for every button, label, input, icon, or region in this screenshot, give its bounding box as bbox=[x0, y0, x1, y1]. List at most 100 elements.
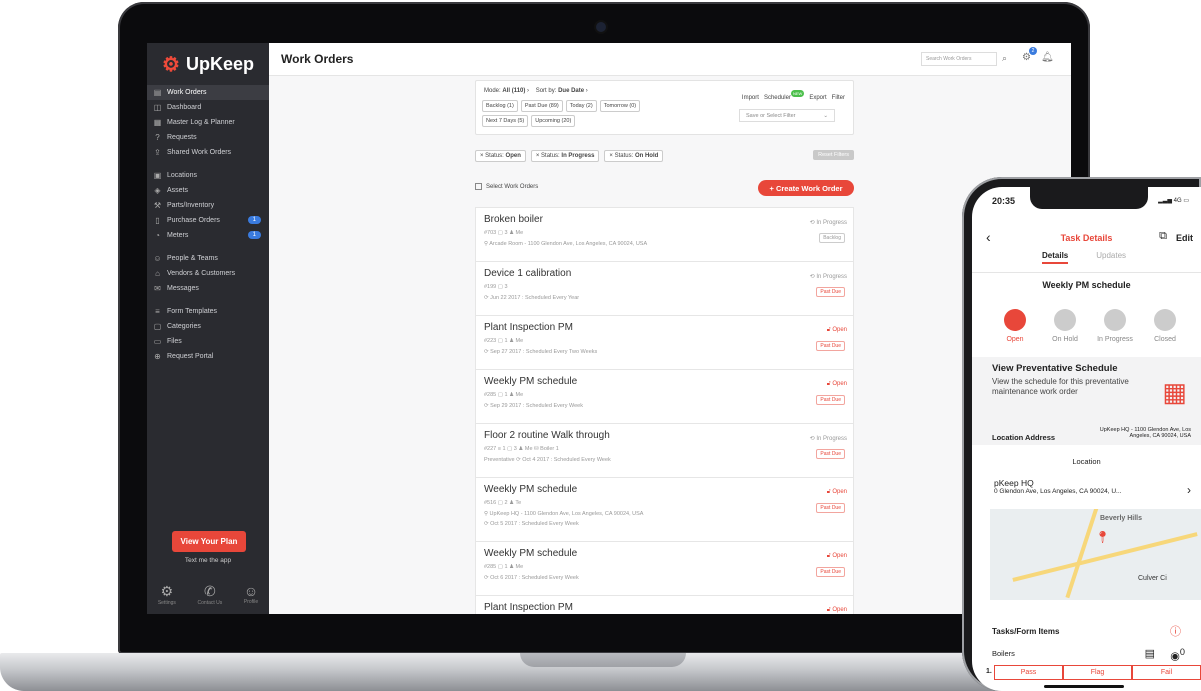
map-label: Culver Ci bbox=[1138, 575, 1167, 582]
mode-selector[interactable]: All (110) bbox=[502, 88, 525, 94]
search-input[interactable]: Search Work Orders bbox=[921, 52, 997, 66]
note-icon[interactable]: ▤ bbox=[1145, 647, 1155, 660]
status-filter-tag[interactable]: × Status: In Progress bbox=[530, 150, 600, 162]
work-order-meta: #223 ▢ 1 ♟ Me bbox=[484, 338, 524, 344]
work-order-row[interactable]: Weekly PM schedule #285 ▢ 1 ♟ Me ⟳ Oct 6 2… bbox=[475, 541, 854, 595]
map-callout[interactable]: pKeep HQ 0 Glendon Ave, Los Angeles, CA … bbox=[990, 475, 1201, 509]
status-step-closed[interactable]: Closed bbox=[1140, 309, 1190, 343]
work-order-row[interactable]: Plant Inspection PM 🔓︎ Open bbox=[475, 595, 854, 614]
sidebar-item-shared-work-orders[interactable]: ⇪ Shared Work Orders bbox=[147, 145, 269, 160]
work-order-detail: ⟳ Sep 29 2017 : Scheduled Every Week bbox=[484, 403, 583, 409]
status-step-on-hold[interactable]: On Hold bbox=[1040, 309, 1090, 343]
date-chip[interactable]: Tomorrow (0) bbox=[599, 100, 641, 112]
laptop-camera bbox=[596, 22, 606, 32]
sidebar-item-requests[interactable]: ? Requests bbox=[147, 130, 269, 145]
phone-notch bbox=[1030, 187, 1148, 209]
due-badge: Backlog bbox=[819, 233, 845, 243]
sidebar-item-people-teams[interactable]: ☺ People & Teams bbox=[147, 251, 269, 266]
select-work-orders[interactable]: Select Work Orders bbox=[475, 183, 538, 190]
bell-icon[interactable]: 🔔︎ bbox=[1041, 52, 1054, 63]
save-filter-select[interactable]: Save or Select Filter ⌄ bbox=[739, 109, 835, 122]
status-label: 🔓︎ Open bbox=[827, 607, 847, 614]
status-step-open[interactable]: Open bbox=[990, 309, 1040, 343]
status-steps: Open On Hold In Progress Closed bbox=[990, 309, 1190, 343]
settings-footer[interactable]: ⚙ Settings bbox=[158, 583, 176, 606]
date-chip[interactable]: Next 7 Days (5) bbox=[482, 115, 529, 127]
logo[interactable]: ⚙ UpKeep bbox=[147, 43, 269, 85]
reset-filters-button[interactable]: Reset Filters bbox=[813, 150, 854, 160]
export-link[interactable]: Export bbox=[809, 95, 826, 101]
pass-button[interactable]: Pass bbox=[994, 665, 1063, 680]
work-order-row[interactable]: Floor 2 routine Walk through #227 ≡ 1 ▢ 3… bbox=[475, 423, 854, 477]
select-checkbox[interactable] bbox=[475, 183, 482, 190]
sidebar-item-purchase-orders[interactable]: ▯ Purchase Orders 1 bbox=[147, 213, 269, 228]
sidebar-item-parts-inventory[interactable]: ⚒ Parts/Inventory bbox=[147, 198, 269, 213]
product-shot: ⚙ UpKeep ▤ Work Orders ◫ Dashboard ▦ Master Lo… bbox=[0, 0, 1201, 691]
sidebar-item-assets[interactable]: ◈ Assets bbox=[147, 183, 269, 198]
status-filter-tag[interactable]: × Status: Open bbox=[475, 150, 526, 162]
text-app-link[interactable]: Text me the app bbox=[147, 557, 269, 564]
info-icon[interactable]: ⓘ bbox=[1170, 623, 1181, 639]
status-prefix: Status: bbox=[485, 153, 504, 159]
sidebar-item-label: Messages bbox=[167, 285, 199, 292]
work-order-list: Broken boiler #703 ▢ 3 ♟ Me ⚲ Arcade Room … bbox=[475, 207, 854, 614]
edit-button[interactable]: Edit bbox=[1176, 233, 1193, 243]
location-map[interactable]: pKeep HQ 0 Glendon Ave, Los Angeles, CA … bbox=[990, 475, 1201, 600]
sidebar-item-request-portal[interactable]: ⊕ Request Portal bbox=[147, 349, 269, 364]
work-order-title: Device 1 calibration bbox=[484, 268, 572, 279]
search-icon[interactable]: ⌕ bbox=[1002, 53, 1007, 64]
sidebar-item-meters[interactable]: ◔ Meters 1 bbox=[147, 228, 269, 243]
flag-button[interactable]: Flag bbox=[1063, 665, 1132, 680]
work-order-row[interactable]: Broken boiler #703 ▢ 3 ♟ Me ⚲ Arcade Room … bbox=[475, 207, 854, 261]
work-order-row[interactable]: Weekly PM schedule #285 ▢ 1 ♟ Me ⟳ Sep 29 … bbox=[475, 369, 854, 423]
form-icon: ≡ bbox=[155, 307, 160, 316]
sidebar-item-files[interactable]: ▭ Files bbox=[147, 334, 269, 349]
work-order-title: Weekly PM schedule bbox=[484, 548, 578, 559]
create-work-order-button[interactable]: + Create Work Order bbox=[758, 180, 854, 196]
work-order-row[interactable]: Device 1 calibration #199 ▢ 3 ⟳ Jun 22 201… bbox=[475, 261, 854, 315]
sidebar-item-messages[interactable]: ✉ Messages bbox=[147, 281, 269, 296]
status-step-circle bbox=[1154, 309, 1176, 331]
task-number: 1. bbox=[986, 668, 992, 675]
sidebar-item-form-templates[interactable]: ≡ Form Templates bbox=[147, 304, 269, 319]
sort-selector[interactable]: Due Date bbox=[558, 88, 584, 94]
sidebar-item-vendors-customers[interactable]: ⌂ Vendors & Customers bbox=[147, 266, 269, 281]
profile-footer[interactable]: ☺ Profile bbox=[244, 583, 258, 606]
due-badge: Past Due bbox=[816, 567, 845, 577]
edit-icon[interactable]: ⧉ bbox=[1159, 230, 1167, 243]
import-link[interactable]: Import bbox=[742, 95, 759, 101]
nav-spacer bbox=[147, 296, 269, 304]
status-label: 🔓︎ Open bbox=[827, 381, 847, 388]
portal-icon: ⊕ bbox=[154, 352, 161, 361]
fail-button[interactable]: Fail bbox=[1132, 665, 1201, 680]
nav-spacer bbox=[147, 160, 269, 168]
date-chip[interactable]: Upcoming (20) bbox=[531, 115, 576, 127]
status-label: ⟲ In Progress bbox=[810, 435, 847, 442]
date-chip[interactable]: Past Due (89) bbox=[520, 100, 563, 112]
work-order-title: Broken boiler bbox=[484, 214, 543, 225]
map-road bbox=[1065, 506, 1099, 599]
status-filter-tag[interactable]: × Status: On Hold bbox=[604, 150, 664, 162]
status-value: On Hold bbox=[634, 153, 659, 159]
task-name: Weekly PM schedule bbox=[1042, 280, 1131, 290]
contact-footer[interactable]: ✆ Contact Us bbox=[198, 583, 223, 606]
status-step-in-progress[interactable]: In Progress bbox=[1090, 309, 1140, 343]
sidebar-item-locations[interactable]: ▣ Locations bbox=[147, 168, 269, 183]
sidebar-item-categories[interactable]: ▢ Categories bbox=[147, 319, 269, 334]
camera-icon[interactable]: ◉0 bbox=[1170, 647, 1185, 663]
scheduler-link[interactable]: SchedulerNEW bbox=[764, 90, 805, 101]
tab-updates[interactable]: Updates bbox=[1096, 251, 1126, 264]
view-plan-button[interactable]: View Your Plan bbox=[172, 531, 246, 552]
work-order-row[interactable]: Weekly PM schedule #516 ▢ 2 ♟ Te ⚲ UpKeep … bbox=[475, 477, 854, 541]
work-order-row[interactable]: Plant Inspection PM #223 ▢ 1 ♟ Me ⟳ Sep 27… bbox=[475, 315, 854, 369]
filter-actions: Import SchedulerNEW Export Filter bbox=[742, 90, 845, 101]
date-chip[interactable]: Backlog (1) bbox=[482, 100, 518, 112]
work-order-meta: #285 ▢ 1 ♟ Me bbox=[484, 564, 524, 570]
sidebar-item-master-log-planner[interactable]: ▦ Master Log & Planner bbox=[147, 115, 269, 130]
filter-link[interactable]: Filter bbox=[832, 95, 845, 101]
sidebar-item-work-orders[interactable]: ▤ Work Orders bbox=[147, 85, 269, 100]
tab-details[interactable]: Details bbox=[1042, 251, 1069, 264]
status-step-label: In Progress bbox=[1097, 336, 1133, 343]
date-chip[interactable]: Today (2) bbox=[565, 100, 597, 112]
sidebar-item-dashboard[interactable]: ◫ Dashboard bbox=[147, 100, 269, 115]
